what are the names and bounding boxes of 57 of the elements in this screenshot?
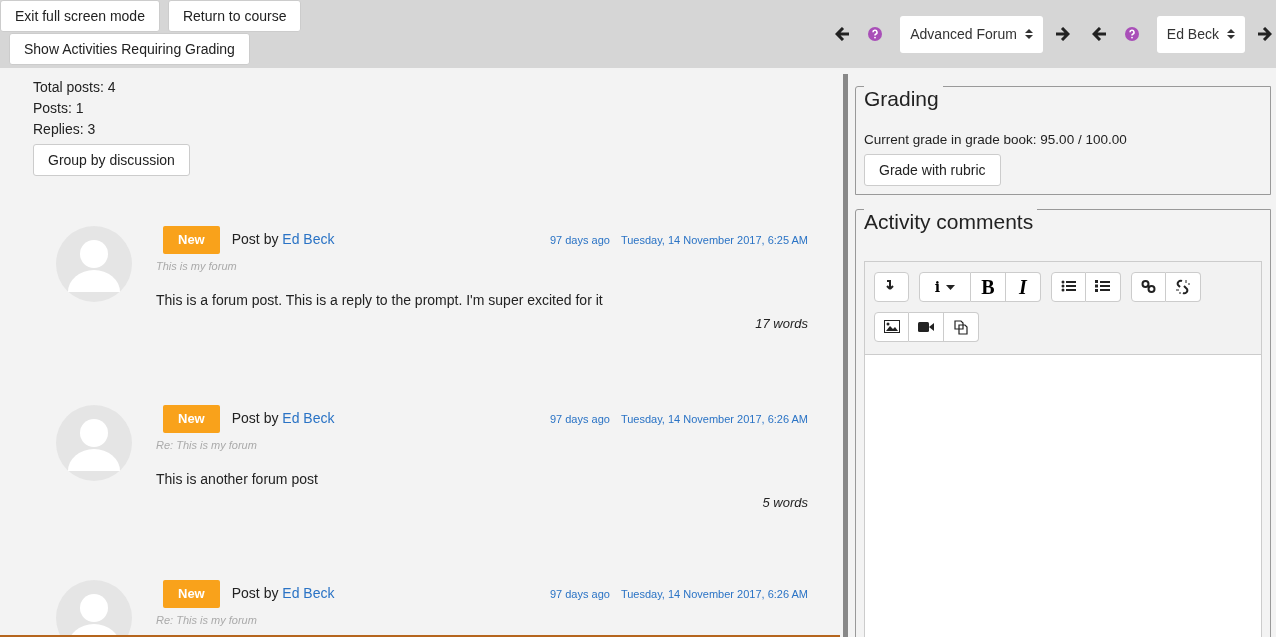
return-button[interactable]: Return to course	[167, 0, 302, 32]
author-link[interactable]: Ed Beck	[282, 410, 335, 427]
new-badge: New	[163, 405, 220, 433]
previous-arrow-icon[interactable]	[1091, 27, 1107, 41]
word-count: 5 words	[761, 494, 808, 512]
paragraph-style-button[interactable]: i	[919, 272, 971, 303]
group-by-button[interactable]: Group by discussion	[33, 144, 190, 176]
next-arrow-icon[interactable]	[1054, 27, 1070, 41]
relative-time-link[interactable]: 97 days ago	[549, 585, 610, 602]
post-date-link[interactable]: Tuesday, 14 November 2017, 6:26 AM	[620, 585, 808, 602]
bullet-list-button[interactable]	[1051, 272, 1086, 303]
post-by-text: Post by Ed Beck	[231, 409, 335, 429]
unlink-button[interactable]	[1166, 272, 1201, 303]
post-subject: Re: This is my forum	[156, 437, 258, 453]
help-icon[interactable]	[868, 27, 883, 41]
post-body: This is another forum post	[156, 470, 319, 489]
link-icon	[1140, 279, 1157, 296]
post-date-link[interactable]: Tuesday, 14 November 2017, 6:26 AM	[620, 410, 808, 427]
image-button[interactable]	[874, 312, 909, 343]
relative-time-link[interactable]: 97 days ago	[549, 231, 610, 248]
unlink-icon	[1175, 279, 1191, 296]
activity-select[interactable]: Advanced Forum	[900, 15, 1043, 53]
exit-fullscreen-button[interactable]: Exit full screen mode	[0, 0, 160, 32]
post-by-text: Post by Ed Beck	[231, 230, 335, 250]
author-link[interactable]: Ed Beck	[282, 585, 335, 602]
new-badge: New	[163, 226, 220, 254]
numbered-list-button[interactable]	[1086, 272, 1121, 303]
post-subject: This is my forum	[156, 258, 238, 274]
image-icon	[883, 319, 900, 336]
user-select[interactable]: Ed Beck	[1156, 15, 1245, 53]
sort-caret-icon	[1024, 28, 1033, 40]
grade-rubric-button[interactable]: Grade with rubric	[864, 153, 1001, 186]
author-link[interactable]: Ed Beck	[282, 231, 335, 248]
next-arrow-icon[interactable]	[1257, 27, 1272, 41]
help-icon[interactable]	[1124, 27, 1139, 41]
post-count-text: Posts: 1	[33, 99, 85, 118]
media-button[interactable]	[909, 312, 944, 343]
italic-button[interactable]: I	[1006, 272, 1041, 303]
post-count-text: Total posts: 4	[33, 78, 117, 97]
post-body: This is a forum post. This is a reply to the prompt. I'm super excited for it	[156, 291, 604, 310]
post-subject: Re: This is my forum	[156, 612, 258, 628]
caret-icon	[946, 284, 956, 290]
files-icon	[953, 319, 969, 336]
sort-caret-icon	[1227, 28, 1235, 40]
show-grading-button[interactable]: Show Activities Requiring Grading	[9, 33, 250, 65]
relative-time-link[interactable]: 97 days ago	[549, 410, 610, 427]
new-badge: New	[163, 580, 220, 608]
bold-button[interactable]: B	[971, 272, 1006, 303]
link-button[interactable]	[1131, 272, 1166, 303]
current-grade-text: Current grade in grade book: 95.00 / 100.00	[864, 130, 1128, 149]
manage-files-button[interactable]	[944, 312, 979, 343]
post-date-link[interactable]: Tuesday, 14 November 2017, 6:25 AM	[620, 231, 808, 248]
post-count-text: Replies: 3	[33, 120, 97, 139]
post-by-text: Post by Ed Beck	[231, 584, 335, 604]
toolbar-toggle-button[interactable]	[874, 272, 909, 303]
previous-arrow-icon[interactable]	[835, 27, 851, 41]
word-count: 17 words	[754, 315, 808, 333]
